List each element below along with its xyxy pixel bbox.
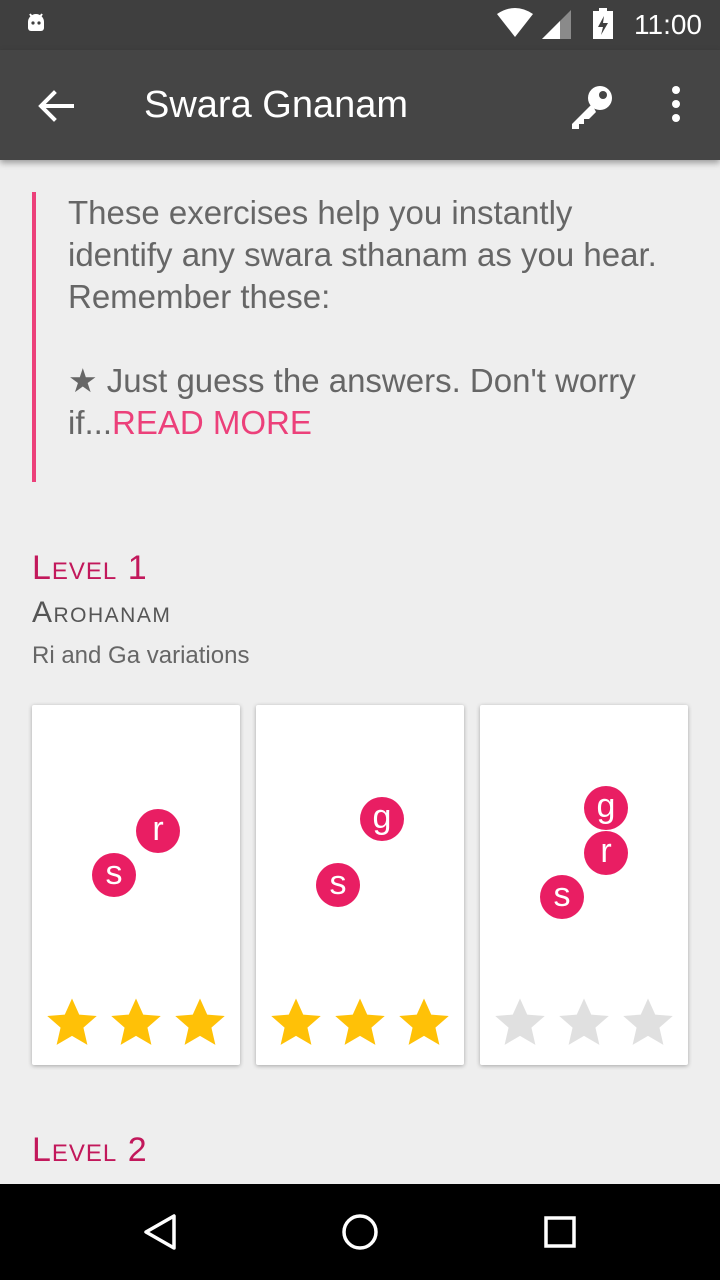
star-filled-icon bbox=[335, 998, 385, 1045]
cell-signal-icon bbox=[542, 10, 571, 39]
read-more-link[interactable]: READ MORE bbox=[112, 404, 312, 441]
nav-home-icon[interactable] bbox=[340, 1212, 380, 1252]
level-1-heading: Level 1 bbox=[32, 549, 148, 587]
exercise-card-2[interactable]: s g bbox=[256, 705, 464, 1065]
wifi-icon bbox=[497, 8, 533, 37]
level-1-name: Arohanam bbox=[32, 596, 172, 629]
star-rating bbox=[492, 995, 676, 1051]
note-bubble: g bbox=[584, 786, 628, 830]
nav-back-icon[interactable] bbox=[140, 1212, 180, 1252]
intro-text-line: ★ Just guess the answers. Don't worry bbox=[68, 362, 636, 399]
exercise-card-3[interactable]: s r g bbox=[480, 705, 688, 1065]
level-1-subtitle: Ri and Ga variations bbox=[32, 642, 250, 669]
exercise-card-1[interactable]: s r bbox=[32, 705, 240, 1065]
app-bar: Swara Gnanam bbox=[0, 50, 720, 160]
star-empty-icon bbox=[559, 998, 609, 1045]
page-title: Swara Gnanam bbox=[144, 84, 409, 126]
note-bubble: s bbox=[316, 863, 360, 907]
content-area[interactable]: These exercises help you instantly ident… bbox=[0, 160, 720, 1184]
status-bar: 11:00 bbox=[0, 0, 720, 50]
key-icon[interactable] bbox=[566, 82, 616, 130]
status-time: 11:00 bbox=[634, 9, 702, 40]
level-2-heading: Level 2 bbox=[32, 1131, 148, 1169]
android-notification-icon bbox=[28, 13, 44, 31]
intro-callout: These exercises help you instantly ident… bbox=[32, 192, 672, 482]
back-arrow-icon[interactable] bbox=[36, 86, 76, 126]
star-filled-icon bbox=[271, 998, 321, 1045]
intro-text-line: Remember these: bbox=[68, 278, 331, 315]
star-filled-icon bbox=[111, 998, 161, 1045]
battery-charging-icon bbox=[593, 8, 613, 39]
navigation-bar bbox=[0, 1184, 720, 1280]
intro-text-tail: if... bbox=[68, 404, 113, 441]
star-filled-icon bbox=[47, 998, 97, 1045]
note-bubble: s bbox=[92, 853, 136, 897]
intro-text-line: identify any swara sthanam as you hear. bbox=[68, 236, 657, 273]
note-bubble: g bbox=[360, 797, 404, 841]
note-bubble: r bbox=[136, 809, 180, 853]
intro-text-line: if...READ MORE bbox=[68, 402, 672, 444]
more-options-icon[interactable] bbox=[660, 84, 692, 124]
star-filled-icon bbox=[175, 998, 225, 1045]
note-bubble: s bbox=[540, 875, 584, 919]
nav-recent-apps-icon[interactable] bbox=[540, 1212, 580, 1252]
star-empty-icon bbox=[623, 998, 673, 1045]
star-filled-icon bbox=[399, 998, 449, 1045]
star-empty-icon bbox=[495, 998, 545, 1045]
star-rating bbox=[44, 995, 228, 1051]
intro-text-line: These exercises help you instantly bbox=[68, 194, 573, 231]
star-rating bbox=[268, 995, 452, 1051]
note-bubble: r bbox=[584, 831, 628, 875]
